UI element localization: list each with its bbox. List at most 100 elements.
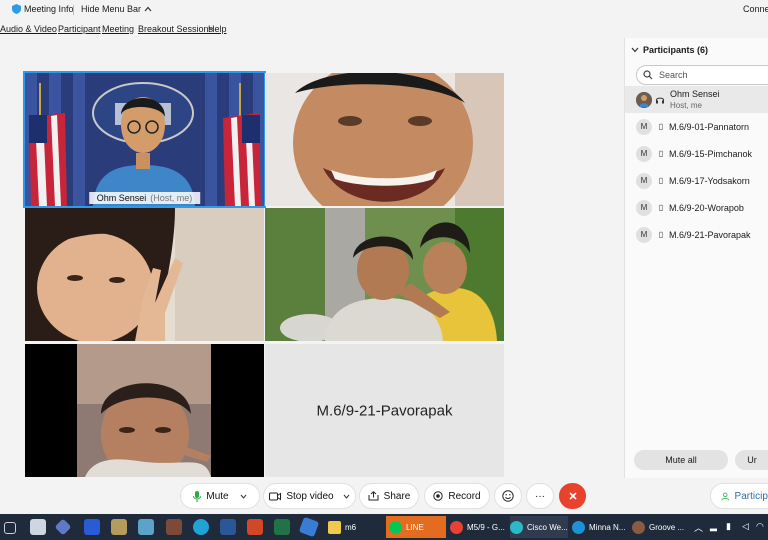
smiley-icon [502,490,514,502]
hide-menu-bar-button[interactable]: Hide Menu Bar [81,4,152,14]
chevron-up-icon [144,6,152,12]
task-view-icon[interactable] [4,522,16,534]
participant-row[interactable]: M ▯ M.6/9-15-Pimchanok [625,140,768,167]
avatar: M [636,118,652,135]
video-tile-participant-3[interactable] [25,208,264,341]
taskbar-app-label: Minna N... [589,522,626,532]
chevron-down-icon [631,47,639,53]
meeting-info-button[interactable]: Meeting Info [12,4,74,14]
hide-menu-bar-label: Hide Menu Bar [81,4,142,14]
network-icon[interactable]: ▂ [710,521,717,532]
video-camera-icon [269,492,282,500]
video-tile-participant-2[interactable] [265,73,504,206]
webex-icon [510,520,523,534]
share-label: Share [383,490,411,502]
mobile-device-icon: ▯ [658,203,664,212]
groove-music-icon [632,520,645,534]
taskbar-app-m6[interactable]: m6 [328,516,382,538]
chevron-down-icon [343,494,350,499]
host-video-feed [25,73,264,206]
edge-browser-icon[interactable] [193,519,209,535]
taskbar-app-edge[interactable]: Minna N... [572,516,628,538]
app-image-icon[interactable] [138,519,154,535]
volume-icon[interactable]: ◁ [742,521,749,532]
app-shield-icon[interactable] [111,519,127,535]
chrome-icon [450,520,463,534]
video-tile-participant-4[interactable] [265,208,504,341]
participant-name: M.6/9-01-Pannatorn [669,121,750,132]
avatar: M [636,226,652,243]
participants-toggle-button[interactable]: Participan [710,483,768,509]
battery-icon[interactable]: ▮ [726,521,731,532]
participants-header[interactable]: Participants (6) [631,45,708,55]
taskbar-app-label: Cisco We... [527,522,568,532]
video-tile-host[interactable]: Ohm Sensei (Host, me) [23,71,266,208]
mobile-device-icon: ▯ [658,230,664,239]
word-icon[interactable] [220,519,236,535]
participants-panel: Participants (6) Search Ohm Sensei Host,… [624,38,768,478]
host-role: (Host, me) [150,193,193,203]
participant-row[interactable]: M ▯ M.6/9-20-Worapob [625,194,768,221]
video-tile-participant-5[interactable] [25,344,264,477]
close-icon [568,492,577,500]
video-stage: Ohm Sensei (Host, me) M.6/9-21-Pavorapak [0,38,624,478]
app-blue-icon[interactable] [84,519,100,535]
participants-toggle-label: Participan [734,490,768,502]
menu-help[interactable]: Help [208,24,227,34]
shield-icon [12,4,21,14]
participant-row[interactable]: M ▯ M.6/9-01-Pannatorn [625,113,768,140]
reactions-button[interactable] [494,483,522,509]
participant-row[interactable]: M ▯ M.6/9-17-Yodsakorn [625,167,768,194]
video-tile-placeholder[interactable]: M.6/9-21-Pavorapak [265,344,504,477]
unmute-all-button[interactable]: Ur [735,450,768,470]
app-badge-icon[interactable] [166,519,182,535]
taskbar: m6 LINE M5/9 - G... Cisco We... Minna N.… [0,514,768,540]
avatar [636,91,652,108]
record-button[interactable]: Record [424,483,490,509]
connection-label: Connec [743,4,768,14]
wifi-icon[interactable]: ◠ [756,521,764,532]
participant-name: M.6/9-15-Pimchanok [669,148,753,159]
menu-participant[interactable]: Participant [58,24,101,34]
participant-video-feed [265,208,504,341]
more-options-label: ··· [535,490,545,502]
participant-name: M.6/9-17-Yodsakorn [669,175,750,186]
menu-breakout-sessions[interactable]: Breakout Sessions [138,24,213,34]
mobile-device-icon: ▯ [658,176,664,185]
chevron-down-icon [240,494,246,499]
taskbar-app-groove[interactable]: Groove ... [632,516,688,538]
record-icon [433,491,444,501]
gamepad-icon[interactable] [30,519,46,535]
more-options-button[interactable]: ··· [526,483,554,509]
taskbar-app-cisco-webex[interactable]: Cisco We... [510,516,568,538]
participant-video-feed [265,73,504,206]
mute-all-button[interactable]: Mute all [634,450,728,470]
participant-list: Ohm Sensei Host, me M ▯ M.6/9-01-Pannato… [625,86,768,248]
app-diamond-icon[interactable] [54,518,72,536]
menu-meeting[interactable]: Meeting [102,24,134,34]
search-placeholder: Search [659,70,688,80]
host-avatar-image [636,91,652,108]
participant-name: M.6/9-21-Pavorapak [669,229,751,240]
participant-search-input[interactable]: Search [636,65,768,85]
excel-icon[interactable] [274,519,290,535]
taskbar-app-line[interactable]: LINE [386,516,446,538]
meeting-controls: Mute Stop video Share Record ··· Partici… [0,478,768,514]
stop-video-button[interactable]: Stop video [263,483,356,509]
share-icon [368,491,379,501]
end-meeting-button[interactable] [559,483,586,509]
participant-video-feed [25,208,264,341]
chevron-up-icon[interactable]: ︿ [694,521,703,534]
placeholder-participant-name: M.6/9-21-Pavorapak [316,402,453,419]
taskbar-app-chrome[interactable]: M5/9 - G... [450,516,506,538]
mobile-device-icon: ▯ [658,122,664,131]
powerpoint-icon[interactable] [247,519,263,535]
participant-row[interactable]: M ▯ M.6/9-21-Pavorapak [625,221,768,248]
participant-row-host[interactable]: Ohm Sensei Host, me [625,86,768,113]
host-name: Ohm Sensei [96,193,147,203]
mute-button[interactable]: Mute [180,483,260,509]
share-button[interactable]: Share [359,483,419,509]
menu-bar: Audio & Video Participant Meeting Breako… [0,20,620,38]
menu-audio-video[interactable]: Audio & Video [0,24,57,34]
app-cube-icon[interactable] [298,516,320,538]
